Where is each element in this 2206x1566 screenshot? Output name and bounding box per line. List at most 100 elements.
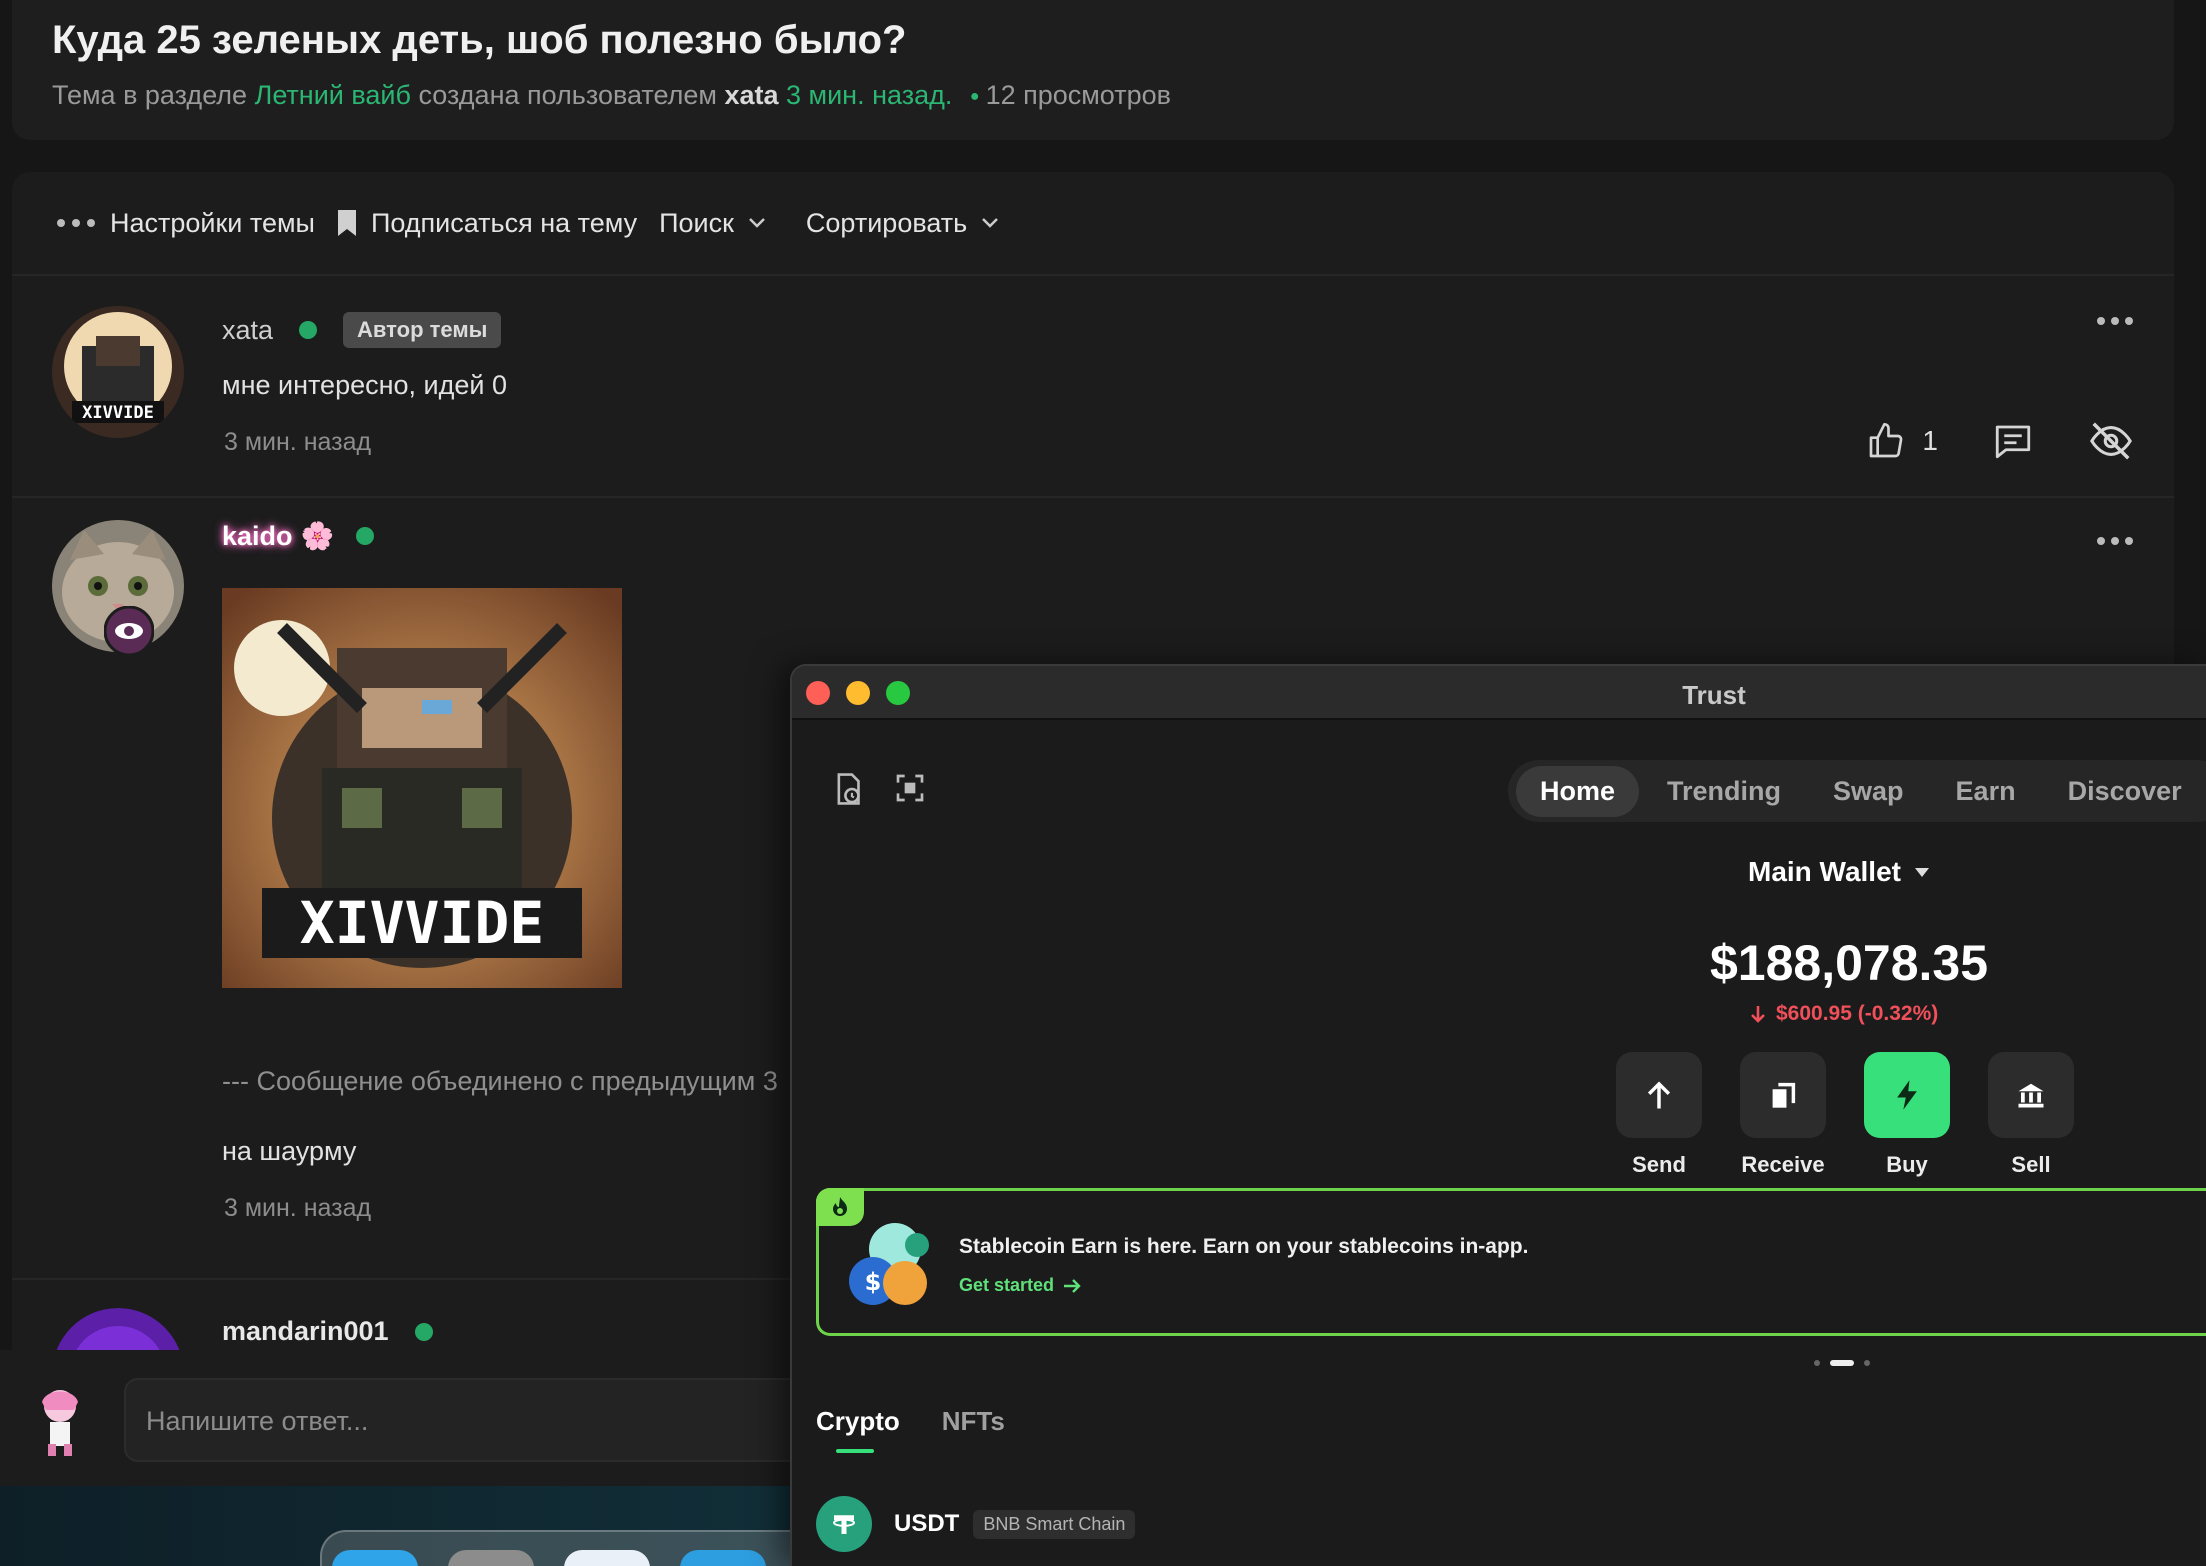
thread-author-link[interactable]: xata	[724, 80, 778, 110]
window-title: Trust	[1682, 680, 1746, 710]
flame-icon	[833, 1197, 847, 1216]
bookmark-icon	[337, 210, 356, 236]
post-menu-button[interactable]	[2096, 520, 2134, 554]
subscribe-button[interactable]: Подписаться на тему	[337, 208, 637, 239]
post-author: xata Автор темы	[222, 312, 502, 348]
author-name-link[interactable]: xata	[222, 315, 273, 346]
scan-icon[interactable]	[894, 772, 926, 804]
token-row[interactable]: USDT BNB Smart Chain	[816, 1496, 1136, 1552]
subscribe-label: Подписаться на тему	[370, 207, 638, 238]
tab-trending[interactable]: Trending	[1643, 766, 1805, 817]
online-indicator	[299, 321, 318, 339]
promo-text: Stablecoin Earn is here. Earn on your st…	[959, 1235, 1529, 1258]
wallet-toolbar	[832, 772, 926, 806]
wallet-selector[interactable]: Main Wallet	[1748, 856, 1929, 888]
dock-app-icon[interactable]	[332, 1550, 418, 1566]
thread-time-link[interactable]: 3 мин. назад.	[786, 80, 952, 110]
tab-nfts[interactable]: NFTs	[942, 1406, 1005, 1453]
balance-change: $600.95 (-0.32%)	[1750, 1002, 1938, 1026]
post-item: XIVVIDE xata Автор темы мне интересно, и…	[12, 278, 2174, 498]
hide-button[interactable]	[2088, 418, 2134, 464]
xivvide-post-image: XIVVIDE	[222, 588, 622, 988]
post-menu-button[interactable]	[2096, 300, 2134, 334]
post-author: kaido 🌸	[222, 520, 375, 552]
reply-button[interactable]	[1992, 420, 2034, 462]
meta-prefix: Тема в разделе	[52, 80, 248, 110]
sell-button[interactable]: Sell	[1988, 1052, 2074, 1178]
post-image[interactable]: XIVVIDE	[222, 588, 622, 988]
token-symbol: USDT	[894, 1510, 960, 1537]
arrow-down-icon	[1751, 1006, 1765, 1023]
wallet-name-label: Main Wallet	[1748, 856, 1901, 887]
like-button[interactable]: 1	[1866, 421, 1938, 461]
balance-change-value: $600.95 (-0.32%)	[1776, 1002, 1939, 1025]
post-time-link[interactable]: 3 мин. назад	[224, 1194, 371, 1223]
receive-button[interactable]: Receive	[1740, 1052, 1826, 1178]
search-dropdown[interactable]: Поиск	[659, 208, 766, 239]
comment-icon	[1995, 425, 2031, 459]
caret-down-icon	[1914, 867, 1929, 877]
post-text: на шаурму	[222, 1136, 357, 1166]
chain-badge: BNB Smart Chain	[973, 1509, 1136, 1539]
history-icon[interactable]	[832, 772, 864, 806]
thread-settings-button[interactable]: Настройки темы	[56, 208, 315, 239]
pager-dot-active[interactable]	[1830, 1360, 1854, 1366]
thread-title: Куда 25 зеленых деть, шоб полезно было?	[52, 18, 907, 62]
send-button-tile[interactable]	[1616, 1052, 1702, 1138]
eye-off-icon	[2090, 422, 2132, 460]
author-name-link[interactable]: mandarin001	[222, 1316, 389, 1347]
sell-label: Sell	[2011, 1152, 2051, 1177]
reply-input[interactable]: Напишите ответ...	[124, 1378, 824, 1462]
view-count: 12 просмотров	[985, 80, 1171, 110]
post-time-link[interactable]: 3 мин. назад	[224, 428, 371, 457]
pager-dot[interactable]	[1864, 1360, 1870, 1366]
dock-app-icon[interactable]	[564, 1550, 650, 1566]
meta-dot: ●	[969, 87, 980, 105]
thread-author-badge: Автор темы	[343, 312, 502, 348]
stablecoins-illustration: $	[849, 1223, 929, 1305]
arrow-up-icon	[1647, 1081, 1671, 1109]
eye-badge-icon	[104, 606, 154, 656]
chevron-down-icon	[982, 218, 999, 228]
bank-icon	[2018, 1083, 2044, 1108]
flower-icon: 🌸	[300, 521, 335, 551]
receive-button-tile[interactable]	[1740, 1052, 1826, 1138]
sell-button-tile[interactable]	[1988, 1052, 2074, 1138]
window-titlebar[interactable]: Trust	[792, 666, 2206, 720]
avatar[interactable]: XIVVIDE	[52, 306, 184, 438]
send-button[interactable]: Send	[1616, 1052, 1702, 1178]
xivvide-avatar-image: XIVVIDE	[52, 306, 184, 438]
user-avatar-icon[interactable]	[30, 1384, 90, 1458]
ellipsis-icon	[57, 219, 95, 227]
svg-text:XIVVIDE: XIVVIDE	[300, 889, 544, 957]
tab-home[interactable]: Home	[1516, 765, 1640, 817]
thumbs-up-icon	[1870, 423, 1903, 458]
pager-dot[interactable]	[1814, 1360, 1820, 1366]
post-actions: 1	[1812, 418, 2134, 464]
chevron-down-icon	[749, 218, 765, 228]
tether-icon	[816, 1496, 872, 1552]
tab-earn[interactable]: Earn	[1932, 766, 2040, 817]
promo-banner[interactable]: $ Stablecoin Earn is here. Earn on your …	[816, 1188, 2206, 1336]
thread-header: Куда 25 зеленых деть, шоб полезно было? …	[12, 0, 2174, 140]
thread-meta: Тема в разделе Летний вайб создана польз…	[52, 80, 1171, 111]
tab-crypto[interactable]: Crypto	[816, 1406, 900, 1453]
svg-text:$: $	[865, 1268, 882, 1296]
dock-app-icon[interactable]	[680, 1550, 766, 1566]
dock-app-icon[interactable]	[448, 1550, 534, 1566]
thread-settings-label: Настройки темы	[110, 207, 315, 238]
asset-tabs: Crypto NFTs	[816, 1406, 1047, 1453]
tab-discover[interactable]: Discover	[2044, 766, 2206, 817]
search-label: Поиск	[659, 207, 734, 238]
section-link[interactable]: Летний вайб	[255, 80, 411, 110]
get-started-link[interactable]: Get started	[959, 1275, 1082, 1296]
buy-button[interactable]: Buy	[1864, 1052, 1950, 1178]
wallet-balance: $188,078.35	[1710, 935, 1989, 991]
buy-button-tile[interactable]	[1864, 1052, 1950, 1138]
receive-label: Receive	[1741, 1152, 1825, 1177]
author-name-link[interactable]: kaido	[222, 521, 293, 552]
merged-notice: --- Сообщение объединено с предыдущим 3	[222, 1066, 778, 1096]
sort-dropdown[interactable]: Сортировать	[806, 208, 999, 239]
tab-swap[interactable]: Swap	[1809, 766, 1928, 817]
trust-window: Trust Home Trending Swap Earn Discover M…	[790, 664, 2206, 1566]
